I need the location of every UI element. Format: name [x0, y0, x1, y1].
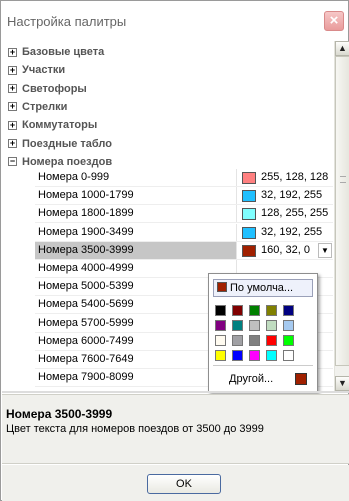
property-name: Номера 6000-7499: [35, 332, 237, 350]
default-color-label: По умолча...: [230, 282, 294, 294]
dialog-footer: OK: [2, 465, 349, 501]
color-swatch: [242, 244, 256, 257]
color-swatch: [242, 208, 256, 221]
palette-color-cell[interactable]: [249, 305, 260, 316]
description-title: Номера 3500-3999: [6, 407, 113, 421]
category-label: Коммутаторы: [22, 119, 98, 132]
property-name: Номера 0-999: [35, 169, 237, 186]
category-node[interactable]: + Базовые цвета: [8, 43, 328, 61]
window-title: Настройка палитры: [7, 14, 127, 29]
palette-color-cell[interactable]: [266, 320, 277, 331]
grip-icon: [340, 176, 346, 183]
category-node[interactable]: + Коммутаторы: [8, 116, 328, 134]
property-row[interactable]: Номера 1800-1899 128, 255, 255: [35, 205, 333, 224]
property-value: 255, 128, 128: [261, 171, 329, 183]
property-value: 32, 192, 255: [261, 189, 323, 202]
palette-color-cell[interactable]: [283, 305, 294, 316]
category-node[interactable]: + Стрелки: [8, 98, 328, 116]
palette-color-cell[interactable]: [249, 335, 260, 346]
collapse-icon[interactable]: −: [8, 157, 17, 167]
property-value: 128, 255, 255: [261, 207, 329, 220]
description-panel: Номера 3500-3999 Цвет текста для номеров…: [2, 394, 349, 464]
property-name: Номера 7900-8099: [35, 369, 237, 387]
property-row[interactable]: Номера 0-999 255, 128, 128: [35, 169, 333, 187]
vertical-scrollbar[interactable]: ▲ ▼: [334, 41, 349, 391]
category-node[interactable]: + Поездные табло: [8, 135, 328, 153]
palette-color-cell[interactable]: [232, 305, 243, 316]
description-text: Цвет текста для номеров поездов от 3500 …: [6, 423, 264, 435]
property-name: Номера 3500-3999: [35, 241, 237, 259]
palette-color-cell[interactable]: [215, 305, 226, 316]
palette-color-cell[interactable]: [283, 350, 294, 361]
category-label: Базовые цвета: [22, 46, 105, 58]
color-picker-popup: По умолча... Другой...: [208, 273, 318, 393]
palette-color-cell[interactable]: [266, 305, 277, 316]
category-label: Светофоры: [22, 82, 87, 95]
color-swatch: [242, 172, 256, 184]
chevron-down-icon: ▼: [338, 378, 347, 388]
palette-color-cell[interactable]: [283, 320, 294, 331]
current-color-swatch: [295, 373, 307, 385]
palette-settings-window: Настройка палитры × + Базовые цвета + Участ…: [0, 0, 349, 501]
category-node[interactable]: + Светофоры: [8, 80, 328, 98]
category-label: Участки: [22, 64, 66, 77]
palette-color-cell[interactable]: [215, 335, 226, 346]
property-name: Номера 7600-7649: [35, 351, 237, 368]
palette-color-cell[interactable]: [266, 335, 277, 346]
property-value: 160, 32, 0: [261, 243, 310, 256]
palette-color-cell[interactable]: [232, 320, 243, 331]
palette-color-cell[interactable]: [249, 320, 260, 331]
property-row[interactable]: Номера 1900-3499 32, 192, 255: [35, 223, 333, 242]
color-swatch: [242, 226, 256, 239]
property-name: Номера 1900-3499: [35, 223, 237, 241]
default-color-button[interactable]: По умолча...: [213, 279, 313, 297]
palette-color-cell[interactable]: [232, 335, 243, 346]
palette-color-cell[interactable]: [215, 350, 226, 361]
popup-divider: [213, 365, 313, 366]
scroll-thumb[interactable]: [335, 56, 349, 366]
scroll-down-button[interactable]: ▼: [335, 376, 349, 391]
property-name: Номера 1800-1899: [35, 205, 237, 223]
expand-icon[interactable]: +: [8, 47, 17, 57]
category-label: Стрелки: [22, 100, 68, 113]
property-value: 32, 192, 255: [261, 225, 323, 238]
property-row[interactable]: Номера 3500-3999 160, 32, 0 ▼: [35, 241, 333, 260]
property-name: Номера 4000-4999: [35, 260, 237, 277]
other-color-label: Другой...: [229, 373, 274, 385]
palette-color-cell[interactable]: [215, 320, 226, 331]
expand-icon[interactable]: +: [8, 139, 17, 149]
property-name: Номера 5700-5999: [35, 314, 237, 332]
chevron-up-icon: ▲: [338, 43, 347, 53]
category-label: Поездные табло: [22, 137, 112, 150]
expand-icon[interactable]: +: [8, 120, 17, 130]
expand-icon[interactable]: +: [8, 65, 17, 75]
ok-button[interactable]: OK: [147, 474, 221, 494]
palette-color-cell[interactable]: [232, 350, 243, 361]
tree-divider: [2, 391, 349, 393]
default-color-swatch: [217, 282, 227, 292]
close-button[interactable]: ×: [324, 11, 344, 31]
scroll-up-button[interactable]: ▲: [335, 41, 349, 56]
property-name: Номера 1000-1799: [35, 187, 237, 205]
property-name: Номера 5400-5699: [35, 296, 237, 314]
palette-color-cell[interactable]: [283, 335, 294, 346]
dropdown-arrow-icon[interactable]: ▼: [318, 242, 332, 258]
expand-icon[interactable]: +: [8, 102, 17, 112]
title-bar: Настройка палитры ×: [1, 1, 348, 37]
category-node[interactable]: + Участки: [8, 61, 328, 79]
category-label: Номера поездов: [22, 155, 113, 168]
palette-color-cell[interactable]: [266, 350, 277, 361]
property-name: Номера 5000-5399: [35, 278, 237, 296]
color-swatch: [242, 190, 256, 203]
palette-color-cell[interactable]: [249, 350, 260, 361]
expand-icon[interactable]: +: [8, 84, 17, 94]
property-row[interactable]: Номера 1000-1799 32, 192, 255: [35, 187, 333, 206]
close-icon: ×: [329, 12, 339, 29]
